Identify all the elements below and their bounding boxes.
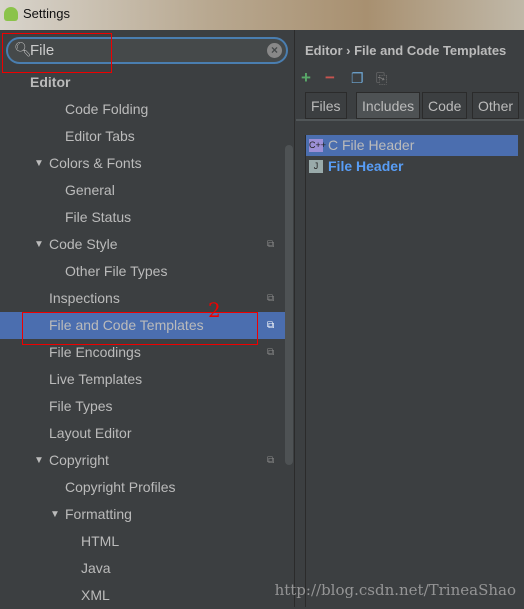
tree-item-label: HTML	[81, 533, 120, 549]
project-settings-icon: ⧉	[267, 347, 275, 358]
tree-item[interactable]: HTML	[0, 528, 285, 555]
tree-item-label: General	[65, 182, 115, 198]
project-settings-icon: ⧉	[267, 455, 275, 466]
tree-item-label: Other File Types	[65, 263, 168, 279]
scrollbar[interactable]	[285, 145, 293, 465]
tree-item-label: Copyright Profiles	[65, 479, 176, 495]
templates-panel: Editor › File and Code Templates + − ❐ ⎘…	[296, 30, 524, 607]
tree-item-label: Code Folding	[65, 101, 149, 117]
breadcrumb: Editor › File and Code Templates	[305, 43, 507, 58]
cpp-file-icon: C++	[309, 139, 327, 152]
add-icon[interactable]: +	[301, 68, 311, 88]
tree-item-label: File Status	[65, 209, 132, 225]
project-settings-icon: ⧉	[267, 293, 275, 304]
template-item[interactable]: J File Header	[306, 156, 518, 177]
template-label: C File Header	[328, 137, 415, 153]
tree-item[interactable]: Layout Editor	[0, 420, 285, 447]
tree-item[interactable]: File Types	[0, 393, 285, 420]
tree-item-label: Java	[81, 560, 111, 576]
tab-includes[interactable]: Includes	[356, 92, 421, 119]
android-studio-logo-icon	[4, 7, 18, 21]
tree-item[interactable]: Copyright Profiles	[0, 474, 285, 501]
tree-item-label: Live Templates	[49, 371, 143, 387]
tree-item[interactable]: Other File Types	[0, 258, 285, 285]
tree-item-label: Inspections	[49, 290, 120, 306]
clear-search-icon[interactable]: ×	[267, 43, 282, 58]
tree-item[interactable]: Live Templates	[0, 366, 285, 393]
tree-item[interactable]: XML	[0, 582, 285, 609]
tree-item-label: Formatting	[65, 506, 132, 522]
tab-code[interactable]: Code	[422, 92, 468, 119]
project-settings-icon: ⧉	[267, 239, 275, 250]
tree-item[interactable]: ▼ Copyright ⧉	[0, 447, 285, 474]
tab-files[interactable]: Files	[305, 92, 347, 119]
expand-arrow-icon[interactable]: ▼	[34, 150, 44, 177]
tree-item-label: XML	[81, 587, 110, 603]
template-label: File Header	[328, 158, 404, 174]
tree-item-label: Editor	[30, 74, 71, 90]
tree-item-label: Copyright	[49, 452, 109, 468]
title-bar: Settings	[0, 0, 524, 30]
tree-item-label: Code Style	[49, 236, 118, 252]
java-file-icon: J	[309, 160, 323, 173]
reset-icon[interactable]: ⎘	[376, 68, 387, 88]
tree-item[interactable]: ▼ Colors & Fonts	[0, 150, 285, 177]
remove-icon[interactable]: −	[325, 68, 335, 88]
tree-item-label: Editor Tabs	[65, 128, 135, 144]
expand-arrow-icon[interactable]: ▼	[34, 231, 44, 258]
annotation-box	[2, 33, 112, 73]
includes-list: C++ C File Header J File Header	[305, 135, 518, 607]
tree-item-label: File Types	[49, 398, 113, 414]
tree-item-label: Layout Editor	[49, 425, 132, 441]
tab-other[interactable]: Other	[472, 92, 520, 119]
tree-item[interactable]: File Status	[0, 204, 285, 231]
tree-item[interactable]: Inspections ⧉	[0, 285, 285, 312]
annotation-number: 2	[208, 298, 221, 322]
tree-item[interactable]: Editor	[0, 69, 285, 96]
expand-arrow-icon[interactable]: ▼	[34, 447, 44, 474]
template-item[interactable]: C++ C File Header	[306, 135, 518, 156]
tree-item[interactable]: ▼ Code Style ⧉	[0, 231, 285, 258]
tab-divider	[296, 119, 524, 121]
tree-item[interactable]: General	[0, 177, 285, 204]
project-settings-icon: ⧉	[267, 320, 275, 331]
annotation-box	[22, 312, 258, 345]
tree-item[interactable]: Code Folding	[0, 96, 285, 123]
window-title: Settings	[23, 6, 70, 21]
watermark: http://blog.csdn.net/TrineaShao	[274, 581, 516, 599]
tree-item[interactable]: ▼ Formatting	[0, 501, 285, 528]
tree-item-label: Colors & Fonts	[49, 155, 142, 171]
copy-icon[interactable]: ❐	[351, 68, 364, 88]
tree-item[interactable]: Java	[0, 555, 285, 582]
expand-arrow-icon[interactable]: ▼	[50, 501, 60, 528]
tree-item[interactable]: Editor Tabs	[0, 123, 285, 150]
